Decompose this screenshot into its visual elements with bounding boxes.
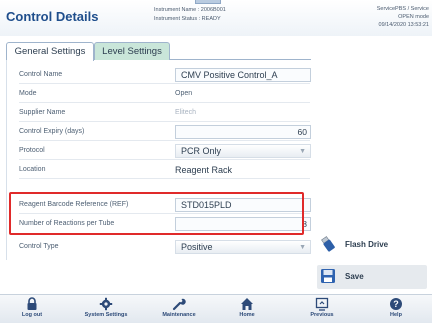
row-divider (19, 121, 310, 122)
tab-general-settings[interactable]: General Settings (6, 42, 94, 61)
lock-icon (27, 297, 37, 310)
header-bar: Control Details Instrument Name : 2006B0… (0, 0, 432, 36)
field-label: Control Type (19, 243, 59, 250)
control-name-input[interactable]: CMV Positive Control_A (175, 68, 311, 82)
usb-drive-icon (320, 236, 336, 252)
field-label: Control Expiry (days) (19, 128, 85, 135)
field-control-type: Control Type Positive ▼ (13, 238, 311, 256)
svg-text:?: ? (393, 299, 399, 309)
supplier-name-value: Elitech (175, 109, 197, 116)
previous-icon (315, 297, 329, 311)
mode-value: Open (175, 90, 193, 97)
header-handle[interactable] (195, 0, 221, 4)
protocol-select[interactable]: PCR Only ▼ (175, 144, 311, 158)
maintenance-button[interactable]: Maintenance (150, 295, 208, 323)
field-mode: Mode Open (13, 85, 310, 103)
home-icon (241, 298, 253, 310)
system-settings-label: System Settings (84, 312, 128, 318)
instrument-status: Instrument Status : READY (154, 16, 221, 22)
save-icon (320, 268, 336, 284)
field-protocol: Protocol PCR Only ▼ (13, 142, 311, 160)
bottom-toolbar: Log out System Settings Maintenance Home (0, 294, 432, 323)
wrench-icon (172, 298, 186, 311)
field-control-expiry: Control Expiry (days) 60 (13, 123, 311, 141)
logout-label: Log out (21, 312, 43, 318)
row-divider (19, 178, 310, 179)
field-label: Protocol (19, 147, 45, 154)
field-control-name: Control Name CMV Positive Control_A (13, 66, 311, 84)
home-button[interactable]: Home (220, 295, 274, 323)
instrument-info: Instrument Name : 2006B001 Instrument St… (154, 6, 226, 24)
protocol-value: PCR Only (181, 146, 222, 156)
chevron-down-icon: ▼ (299, 148, 306, 155)
chevron-down-icon: ▼ (299, 244, 306, 251)
previous-label: Previous (310, 312, 334, 318)
user-name: ServicePBS / Service (376, 6, 429, 12)
control-type-select[interactable]: Positive ▼ (175, 240, 311, 254)
help-label: Help (390, 312, 402, 318)
row-divider (19, 140, 310, 141)
row-divider (19, 83, 310, 84)
system-settings-button[interactable]: System Settings (70, 295, 142, 323)
gear-icon (99, 297, 113, 311)
row-divider (19, 102, 310, 103)
save-button[interactable]: Save (317, 265, 427, 289)
field-label: Mode (19, 90, 37, 97)
help-icon: ? (390, 298, 402, 310)
save-label: Save (345, 272, 364, 281)
user-info: ServicePBS / Service OPEN mode 09/14/202… (377, 5, 429, 29)
tab-strip: General Settings Level Settings (6, 42, 311, 61)
field-supplier-name: Supplier Name Elitech (13, 104, 310, 122)
row-divider (19, 159, 310, 160)
mode-indicator: OPEN mode (398, 14, 429, 20)
previous-button[interactable]: Previous (294, 295, 350, 323)
flash-drive-label: Flash Drive (345, 240, 389, 249)
home-label: Home (239, 312, 255, 318)
field-label: Control Name (19, 71, 63, 78)
field-label: Supplier Name (19, 109, 66, 116)
datetime: 09/14/2020 13:53:21 (378, 22, 429, 28)
control-expiry-input[interactable]: 60 (175, 125, 311, 139)
page-title: Control Details (6, 9, 99, 24)
help-button[interactable]: ? Help (368, 295, 424, 323)
location-value: Reagent Rack (175, 165, 233, 175)
field-label: Location (19, 166, 46, 173)
tab-level-settings[interactable]: Level Settings (94, 42, 170, 60)
field-location: Location Reagent Rack (13, 161, 310, 179)
highlight-box (9, 192, 304, 235)
instrument-name: Instrument Name : 2006B001 (154, 7, 226, 13)
logout-button[interactable]: Log out (0, 295, 64, 323)
flash-drive-button[interactable]: Flash Drive (317, 233, 427, 257)
maintenance-label: Maintenance (162, 312, 196, 318)
control-type-value: Positive (181, 242, 213, 252)
